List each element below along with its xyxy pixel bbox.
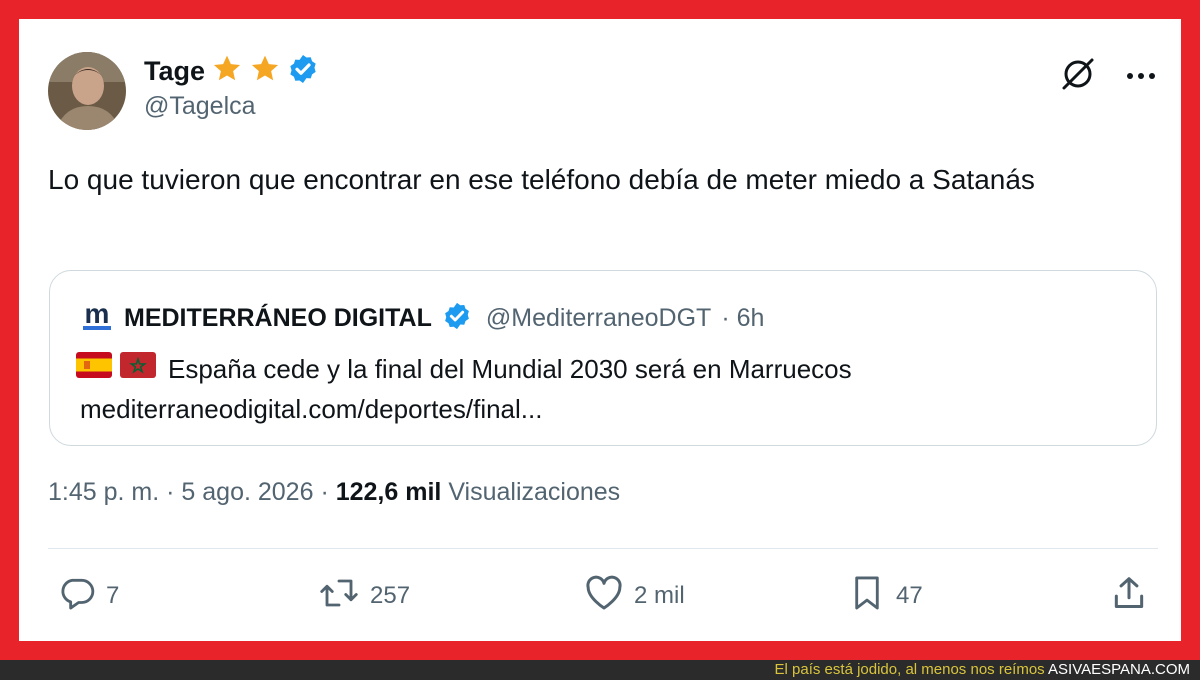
meta-separator: · [166,478,175,506]
reply-count: 7 [106,582,120,609]
quote-author-name[interactable]: MEDITERRÁNEO DIGITAL [124,304,432,333]
star-icon [211,53,243,90]
verified-icon [287,53,319,90]
quote-time: · 6h [721,303,765,332]
quote-link[interactable]: mediterraneodigital.com/deportes/final..… [80,389,542,429]
quoted-tweet[interactable]: m MEDITERRÁNEO DIGITAL @MediterraneoDGT … [49,270,1157,446]
avatar[interactable] [48,52,126,130]
retweet-button[interactable]: 257 [318,573,410,619]
like-count: 2 mil [634,582,685,609]
star-icon [249,53,281,90]
tweet-time[interactable]: 1:45 p. m. [48,478,159,506]
meta-separator: · [320,478,329,506]
bookmark-button[interactable]: 47 [848,573,923,619]
reply-icon [58,574,96,619]
more-icon[interactable] [1126,68,1156,86]
author-name-row: Tage [144,52,319,90]
reply-button[interactable]: 7 [58,573,119,619]
footer-tagline: El país está jodido, al menos nos reímos [774,661,1045,678]
bookmark-icon [848,573,886,620]
verified-icon [442,301,472,336]
retweet-count: 257 [370,582,411,609]
spain-flag-icon [76,349,112,389]
quote-logo-letter: m [85,299,110,329]
grok-icon[interactable] [1060,56,1096,97]
author-name[interactable]: Tage [144,56,205,87]
share-button[interactable] [1110,573,1148,619]
author-handle[interactable]: @Tagelca [144,92,256,121]
morocco-flag-icon [120,349,156,389]
quote-header: m MEDITERRÁNEO DIGITAL @MediterraneoDGT … [80,298,765,338]
like-button[interactable]: 2 mil [584,573,685,619]
footer-site[interactable]: ASIVAESPANA.COM [1048,661,1190,678]
retweet-icon [318,574,360,619]
quote-text-row: España cede y la final del Mundial 2030 … [76,349,852,389]
tweet-menu [1060,56,1156,97]
bookmark-count: 47 [896,582,923,609]
tweet-date[interactable]: 5 ago. 2026 [181,478,313,506]
views-label[interactable]: Visualizaciones [448,478,620,506]
tweet-meta: 1:45 p. m. · 5 ago. 2026 · 122,6 mil Vis… [48,478,620,507]
watermark-footer: El país está jodido, al menos nos reímos… [0,660,1200,680]
quote-author-handle: @MediterraneoDGT [485,303,712,332]
footer-text: El país está jodido, al menos nos reímos… [775,660,1190,680]
views-count: 122,6 mil [335,478,442,506]
share-icon [1110,573,1148,620]
divider [48,548,1158,549]
quote-text: España cede y la final del Mundial 2030 … [168,354,852,384]
heart-icon [584,574,624,619]
tweet-text: Lo que tuvieron que encontrar en ese tel… [48,164,1035,195]
mediterraneo-logo-icon: m [80,298,114,338]
